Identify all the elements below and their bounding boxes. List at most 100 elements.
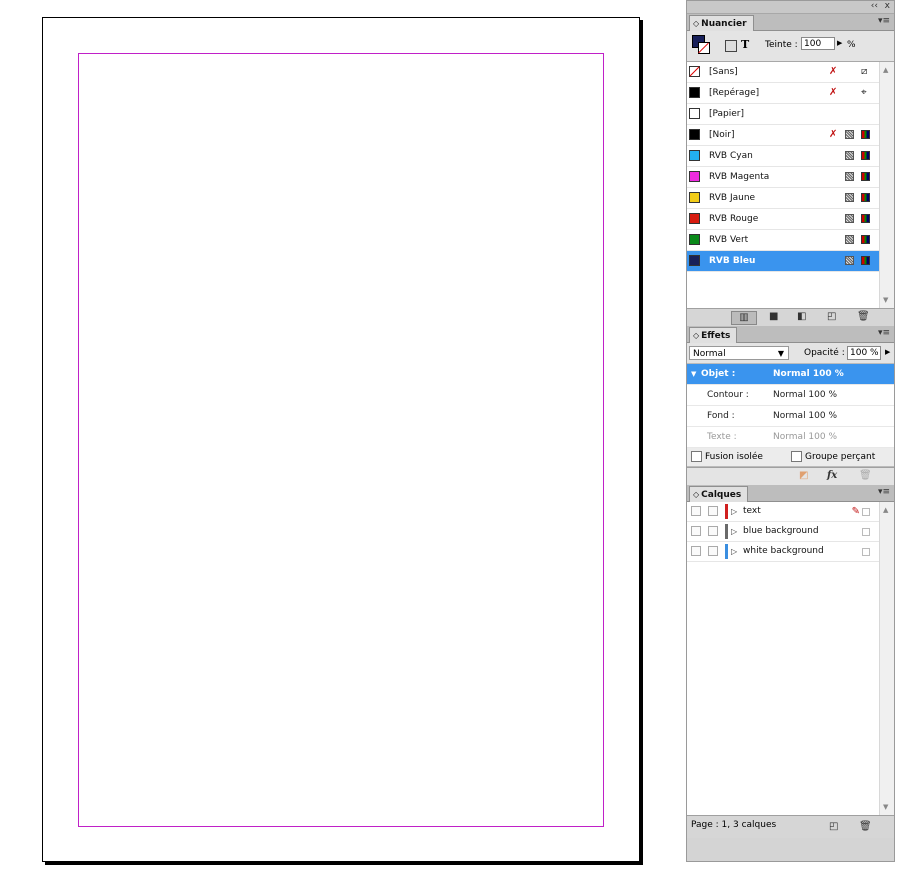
- swatch-row[interactable]: [Repérage] ✗ ⌖: [687, 83, 894, 104]
- swatch-chip: [689, 213, 700, 224]
- tab-effects[interactable]: ◇ Effets: [689, 327, 738, 343]
- tint-stepper-icon[interactable]: ▶: [837, 39, 842, 47]
- opacity-input[interactable]: [847, 346, 881, 360]
- layer-visibility-toggle[interactable]: [691, 506, 701, 516]
- layer-name: text: [743, 506, 761, 516]
- layers-menu-icon[interactable]: ▾≡: [878, 487, 890, 497]
- layer-lock-toggle[interactable]: [708, 546, 718, 556]
- fx-button[interactable]: fx: [827, 470, 837, 482]
- layers-footer: Page : 1, 3 calques ◰ 🗑: [687, 815, 894, 838]
- swatches-header: T Teinte : ▶ %: [687, 31, 894, 62]
- opacity-stepper-icon[interactable]: ▶: [885, 348, 890, 356]
- swatch-name: RVB Rouge: [709, 214, 759, 224]
- effects-header: Normal▼ Opacité : ▶: [687, 343, 894, 364]
- new-layer-icon[interactable]: ◰: [829, 821, 838, 833]
- swatch-row[interactable]: RVB Bleu: [687, 251, 894, 272]
- swatches-tabbar: ◇ Nuancier ▾≡: [687, 14, 894, 31]
- effects-menu-icon[interactable]: ▾≡: [878, 328, 890, 338]
- effects-row-fill[interactable]: Fond : Normal 100 %: [687, 406, 894, 427]
- expand-triangle-icon[interactable]: ▷: [731, 502, 737, 521]
- layers-tabbar: ◇ Calques ▾≡: [687, 485, 894, 502]
- chevron-down-icon: ▼: [777, 349, 784, 358]
- isolate-blending-checkbox[interactable]: Fusion isolée: [691, 448, 763, 466]
- swatch-row[interactable]: [Noir] ✗: [687, 125, 894, 146]
- process-color-icon: [845, 251, 854, 271]
- effects-footer: ◩ fx 🗑: [687, 467, 894, 485]
- layer-visibility-toggle[interactable]: [691, 526, 701, 536]
- swatch-row[interactable]: [Sans] ✗ ⧄: [687, 62, 894, 83]
- process-color-icon: [845, 167, 854, 187]
- layer-row[interactable]: ▷ text ✎: [687, 502, 894, 522]
- swatch-name: RVB Jaune: [709, 193, 756, 203]
- layer-visibility-toggle[interactable]: [691, 546, 701, 556]
- swatch-row[interactable]: RVB Jaune: [687, 188, 894, 209]
- close-panels-icon[interactable]: x: [885, 1, 890, 12]
- show-gradient-swatches-icon[interactable]: ◧: [797, 311, 806, 323]
- layer-color-bar: [725, 524, 728, 539]
- effects-tabbar: ◇ Effets ▾≡: [687, 326, 894, 343]
- effects-row-object[interactable]: ▼ Objet : Normal 100 %: [687, 364, 894, 385]
- layer-selection-square[interactable]: [862, 548, 870, 556]
- scroll-up-icon[interactable]: ▲: [883, 66, 888, 74]
- rgb-mode-icon: [861, 251, 870, 271]
- scroll-down-icon[interactable]: ▼: [883, 296, 888, 304]
- layers-list: ▷ text ✎ ▷ blue background ▷ white background …: [687, 502, 894, 815]
- delete-effect-icon[interactable]: 🗑: [859, 470, 872, 482]
- tint-input[interactable]: [801, 37, 835, 50]
- swatch-row[interactable]: RVB Rouge: [687, 209, 894, 230]
- document-page[interactable]: [42, 17, 640, 862]
- layer-lock-toggle[interactable]: [708, 526, 718, 536]
- swatch-chip: [689, 108, 700, 119]
- disclosure-triangle-icon: ▼: [691, 370, 697, 378]
- swatches-list: [Sans] ✗ ⧄ [Repérage] ✗ ⌖ [Papier] [Noir] ✗ RVB C…: [687, 62, 894, 308]
- show-color-swatches-icon[interactable]: ■: [769, 311, 778, 323]
- swatch-chip: [689, 150, 700, 161]
- show-all-swatches-button[interactable]: ▥: [731, 311, 757, 325]
- knockout-group-checkbox[interactable]: Groupe perçant: [791, 448, 875, 466]
- swatch-chip: [689, 129, 700, 140]
- swatch-row[interactable]: RVB Vert: [687, 230, 894, 251]
- tint-label: Teinte :: [765, 40, 798, 50]
- expand-triangle-icon[interactable]: ▷: [731, 522, 737, 541]
- registration-icon: ⌖: [861, 87, 867, 98]
- expand-triangle-icon[interactable]: ▷: [731, 542, 737, 561]
- delete-swatch-icon[interactable]: 🗑: [857, 311, 870, 323]
- tab-layers[interactable]: ◇ Calques: [689, 486, 749, 502]
- fill-stroke-icon[interactable]: [692, 35, 710, 55]
- tint-unit: %: [847, 40, 856, 50]
- layer-selection-square[interactable]: [862, 528, 870, 536]
- effects-list: ▼ Objet : Normal 100 % Contour : Normal 100…: [687, 364, 894, 448]
- blend-mode-select[interactable]: Normal ▼: [689, 346, 789, 360]
- layer-selection-square[interactable]: [862, 508, 870, 516]
- swatch-name: RVB Vert: [709, 235, 749, 245]
- tab-swatches[interactable]: ◇ Nuancier: [689, 15, 754, 31]
- swatch-chip: [689, 255, 700, 266]
- swatch-row[interactable]: [Papier]: [687, 104, 894, 125]
- tab-toggle-icon: ◇: [693, 490, 700, 499]
- swatch-row[interactable]: RVB Magenta: [687, 167, 894, 188]
- delete-layer-icon[interactable]: 🗑: [859, 821, 872, 833]
- layer-name: white background: [743, 546, 824, 556]
- layer-lock-toggle[interactable]: [708, 506, 718, 516]
- effects-row-stroke[interactable]: Contour : Normal 100 %: [687, 385, 894, 406]
- rgb-mode-icon: [861, 209, 870, 229]
- non-editable-icon: ✗: [829, 129, 838, 140]
- text-format-icon[interactable]: T: [741, 38, 749, 51]
- layer-row[interactable]: ▷ white background: [687, 542, 894, 562]
- new-swatch-icon[interactable]: ◰: [827, 311, 836, 323]
- scroll-down-icon[interactable]: ▼: [883, 803, 888, 811]
- rgb-mode-icon: [861, 146, 870, 166]
- swatches-scrollbar[interactable]: ▲ ▼: [879, 62, 894, 308]
- container-format-icon[interactable]: [725, 40, 737, 52]
- layer-color-bar: [725, 544, 728, 559]
- collapse-panels-icon[interactable]: ‹‹: [871, 1, 878, 12]
- swatches-menu-icon[interactable]: ▾≡: [878, 16, 890, 26]
- scroll-up-icon[interactable]: ▲: [883, 506, 888, 514]
- process-color-icon: [845, 209, 854, 229]
- non-editable-icon: ✗: [829, 66, 838, 77]
- non-editable-icon: ✗: [829, 87, 838, 98]
- layers-scrollbar[interactable]: ▲ ▼: [879, 502, 894, 815]
- layer-row[interactable]: ▷ blue background: [687, 522, 894, 542]
- swatch-row[interactable]: RVB Cyan: [687, 146, 894, 167]
- clear-effects-icon[interactable]: ◩: [799, 470, 808, 482]
